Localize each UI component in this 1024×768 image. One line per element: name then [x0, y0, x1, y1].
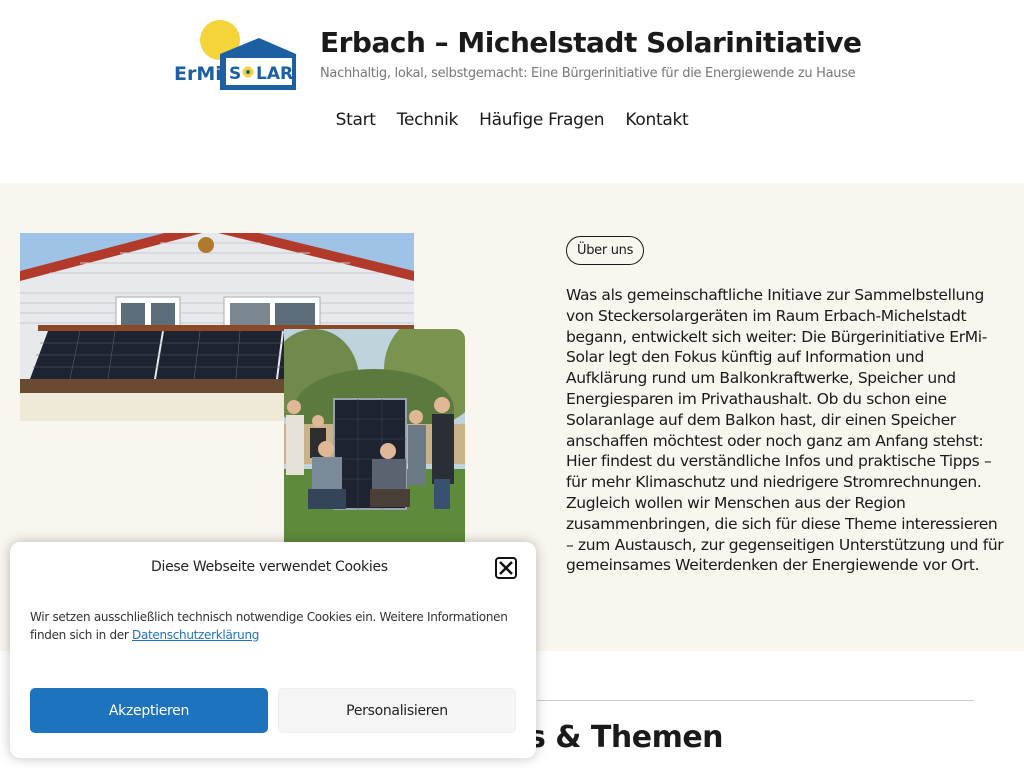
section-divider — [537, 700, 974, 701]
about-tag[interactable]: Über uns — [566, 236, 645, 265]
nav-item-kontakt[interactable]: Kontakt — [625, 110, 688, 130]
site-header: ErMi S LAR Erbach – Michelstadt Solarini… — [0, 0, 1024, 183]
main-nav: Start Technik Häufige Fragen Kontakt — [0, 110, 1024, 130]
nav-item-technik[interactable]: Technik — [397, 110, 459, 130]
site-title[interactable]: Erbach – Michelstadt Solarinitiative — [320, 26, 862, 59]
privacy-policy-link[interactable]: Datenschutzerklärung — [132, 628, 259, 642]
cookie-text-body: Wir setzen ausschließlich technisch notw… — [30, 610, 508, 642]
cookie-title: Diese Webseite verwendet Cookies — [151, 559, 388, 575]
close-button[interactable] — [495, 557, 517, 579]
accept-button[interactable]: Akzeptieren — [30, 688, 268, 733]
cookie-text: Wir setzen ausschließlich technisch notw… — [30, 608, 520, 644]
site-logo[interactable]: ErMi S LAR — [172, 18, 298, 90]
nav-item-start[interactable]: Start — [336, 110, 376, 130]
svg-text:S: S — [229, 64, 241, 84]
cookie-banner: Diese Webseite verwendet Cookies Wir set… — [10, 542, 536, 758]
svg-text:ErMi: ErMi — [174, 63, 222, 85]
svg-text:LAR: LAR — [256, 64, 293, 84]
section-heading: s & Themen — [528, 720, 724, 755]
site-tagline: Nachhaltig, lokal, selbstgemacht: Eine B… — [320, 66, 856, 81]
nav-item-faq[interactable]: Häufige Fragen — [479, 110, 604, 130]
group-photo — [284, 329, 465, 549]
close-icon — [499, 561, 513, 575]
customize-button[interactable]: Personalisieren — [278, 688, 516, 733]
about-text: Was als gemeinschaftliche Initiave zur S… — [566, 286, 1004, 575]
